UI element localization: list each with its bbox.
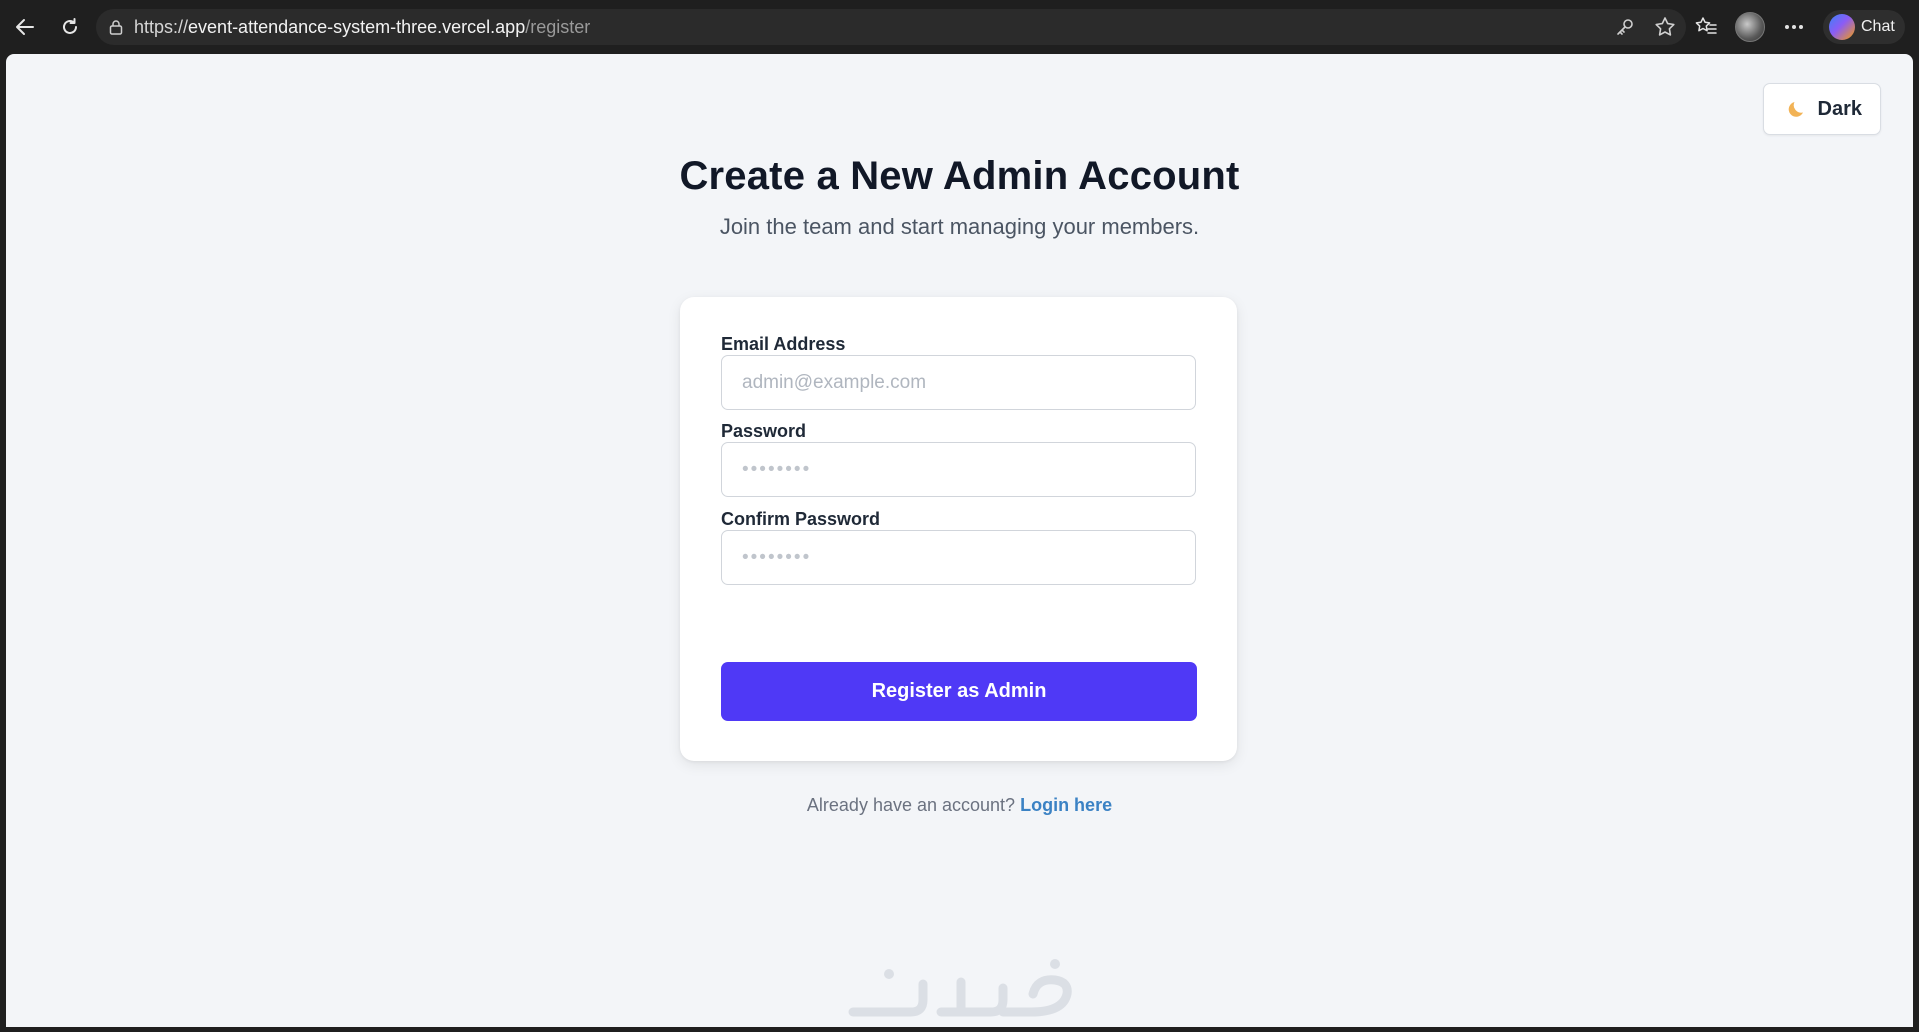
reload-icon: [63, 18, 77, 34]
chat-label: Chat: [1861, 18, 1895, 35]
login-prompt: Already have an account? Login here: [6, 795, 1913, 816]
key-icon[interactable]: [1612, 14, 1638, 40]
address-bar[interactable]: https://event-attendance-system-three.ve…: [96, 9, 1686, 45]
back-arrow-icon: [16, 19, 34, 35]
favorite-star-icon[interactable]: [1652, 14, 1678, 40]
page-viewport: Dark Create a New Admin Account Join the…: [6, 54, 1913, 1027]
register-button[interactable]: Register as Admin: [721, 662, 1197, 721]
url-host: event-attendance-system-three.vercel.app: [188, 16, 526, 37]
profile-avatar[interactable]: [1735, 12, 1765, 42]
register-form-card: Email Address Password Confirm Password …: [680, 297, 1237, 761]
page-title: Create a New Admin Account: [679, 154, 1240, 198]
password-label: Password: [721, 421, 807, 441]
email-label: Email Address: [721, 334, 846, 354]
browser-toolbar: https://event-attendance-system-three.ve…: [0, 0, 1919, 54]
theme-toggle-label: Dark: [1817, 97, 1862, 120]
confirm-password-label: Confirm Password: [721, 509, 881, 529]
url-path: /register: [525, 16, 591, 37]
back-button[interactable]: [10, 12, 40, 42]
chat-button[interactable]: Chat: [1823, 10, 1905, 44]
watermark-logo: [841, 954, 1081, 1024]
password-field[interactable]: [721, 442, 1196, 497]
more-options-icon[interactable]: [1781, 14, 1807, 40]
theme-toggle-button[interactable]: Dark: [1762, 83, 1881, 135]
login-link[interactable]: Login here: [1020, 795, 1112, 815]
copilot-icon: [1829, 14, 1855, 40]
reload-button[interactable]: [55, 12, 85, 42]
page-subtitle: Join the team and start managing your me…: [719, 214, 1200, 239]
url-scheme: https://: [134, 16, 189, 37]
login-prompt-text: Already have an account?: [806, 795, 1016, 815]
lock-icon: [108, 19, 124, 35]
url-text: https://event-attendance-system-three.ve…: [134, 17, 590, 38]
confirm-password-field[interactable]: [721, 530, 1196, 585]
email-field[interactable]: [721, 355, 1196, 410]
favorites-list-icon[interactable]: [1693, 14, 1719, 40]
moon-icon: [1788, 102, 1803, 117]
